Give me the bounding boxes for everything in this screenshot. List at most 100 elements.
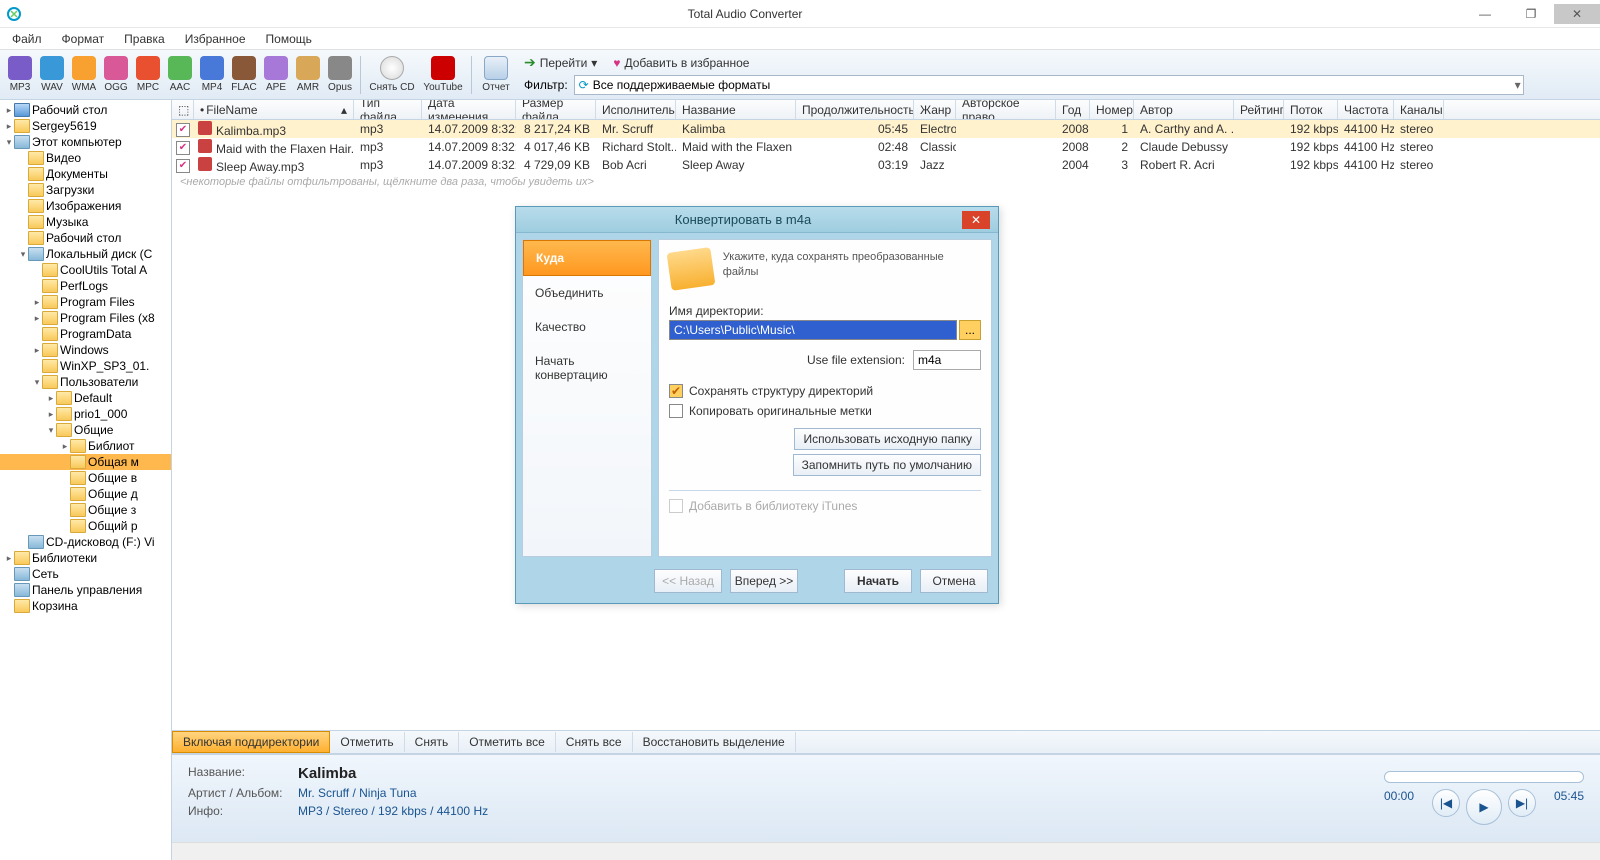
folder-tree[interactable]: ▸Рабочий стол▸Sergey5619▾Этот компьютерВ…	[0, 100, 172, 860]
column-header[interactable]: Продолжительность	[796, 100, 914, 119]
row-checkbox[interactable]: ✔	[176, 141, 190, 155]
tree-node[interactable]: CoolUtils Total A	[0, 262, 171, 278]
column-header[interactable]: •FileName ▴	[194, 100, 354, 119]
column-header[interactable]: Авторское право	[956, 100, 1056, 119]
tree-node[interactable]: ▸Библиот	[0, 438, 171, 454]
column-header[interactable]: Номер	[1090, 100, 1134, 119]
menu-Помощь[interactable]: Помощь	[258, 30, 320, 48]
column-header[interactable]: Автор	[1134, 100, 1234, 119]
selection-tab[interactable]: Отметить все	[459, 732, 556, 752]
tree-node[interactable]: Общие в	[0, 470, 171, 486]
menu-Избранное[interactable]: Избранное	[177, 30, 254, 48]
tree-node[interactable]: ▸Program Files	[0, 294, 171, 310]
tree-node[interactable]: WinXP_SP3_01.	[0, 358, 171, 374]
youtube-button[interactable]: YouTube	[419, 54, 467, 95]
column-header[interactable]: Тип файла	[354, 100, 422, 119]
column-header[interactable]: Рейтинг	[1234, 100, 1284, 119]
start-button[interactable]: Начать	[844, 569, 912, 593]
tree-node[interactable]: ▸Рабочий стол	[0, 102, 171, 118]
format-wma-button[interactable]: WMA	[68, 54, 100, 95]
dialog-nav-item[interactable]: Качество	[523, 310, 651, 344]
tree-node[interactable]: Общий р	[0, 518, 171, 534]
tree-node[interactable]: ▸Sergey5619	[0, 118, 171, 134]
back-button[interactable]: << Назад	[654, 569, 722, 593]
prev-button[interactable]: |◀	[1432, 789, 1460, 817]
horizontal-scrollbar[interactable]	[172, 842, 1600, 860]
tree-node[interactable]: ▾Локальный диск (C	[0, 246, 171, 262]
progress-bar[interactable]	[1384, 771, 1584, 783]
selection-tab[interactable]: Включая поддиректории	[172, 731, 330, 753]
maximize-button[interactable]: ❐	[1508, 4, 1554, 24]
dialog-nav-item[interactable]: Объединить	[523, 276, 651, 310]
column-header[interactable]: Частота	[1338, 100, 1394, 119]
row-checkbox[interactable]: ✔	[176, 123, 190, 137]
tree-node[interactable]: ▸Program Files (x8	[0, 310, 171, 326]
tree-node[interactable]: Изображения	[0, 198, 171, 214]
tree-node[interactable]: Рабочий стол	[0, 230, 171, 246]
filter-combo[interactable]: ⟳ Все поддерживаемые форматы ▾	[574, 75, 1524, 95]
selection-tab[interactable]: Восстановить выделение	[633, 732, 796, 752]
copy-tags-checkbox[interactable]: Копировать оригинальные метки	[669, 404, 981, 418]
tree-node[interactable]: Корзина	[0, 598, 171, 614]
dialog-nav-item[interactable]: Начать конвертацию	[523, 344, 651, 392]
format-wav-button[interactable]: WAV	[36, 54, 68, 95]
column-header[interactable]: Год	[1056, 100, 1090, 119]
tree-node[interactable]: PerfLogs	[0, 278, 171, 294]
column-header[interactable]: Каналы	[1394, 100, 1444, 119]
format-opus-button[interactable]: Opus	[324, 54, 356, 95]
menu-Правка[interactable]: Правка	[116, 30, 173, 48]
column-header[interactable]: Жанр	[914, 100, 956, 119]
selection-tab[interactable]: Снять	[405, 732, 460, 752]
filter-note[interactable]: <некоторые файлы отфильтрованы, щёлкните…	[172, 174, 1600, 190]
column-header[interactable]: Размер файла	[516, 100, 596, 119]
add-favorite-link[interactable]: ♥Добавить в избранное	[613, 54, 749, 71]
tree-node[interactable]: Документы	[0, 166, 171, 182]
tree-node[interactable]: ▸Библиотеки	[0, 550, 171, 566]
format-amr-button[interactable]: AMR	[292, 54, 324, 95]
tree-node[interactable]: ▸prio1_000	[0, 406, 171, 422]
table-row[interactable]: ✔Kalimba.mp3mp314.07.2009 8:32:328 217,2…	[172, 120, 1600, 138]
tree-node[interactable]: Видео	[0, 150, 171, 166]
tree-node[interactable]: ▸Windows	[0, 342, 171, 358]
selection-tab[interactable]: Снять все	[556, 732, 633, 752]
format-ogg-button[interactable]: OGG	[100, 54, 132, 95]
close-button[interactable]: ✕	[1554, 4, 1600, 24]
cancel-button[interactable]: Отмена	[920, 569, 988, 593]
format-mpc-button[interactable]: MPC	[132, 54, 164, 95]
tree-node[interactable]: Сеть	[0, 566, 171, 582]
next-button[interactable]: Вперед >>	[730, 569, 798, 593]
tree-node[interactable]: ProgramData	[0, 326, 171, 342]
format-mp3-button[interactable]: MP3	[4, 54, 36, 95]
column-header[interactable]: Поток	[1284, 100, 1338, 119]
tree-node[interactable]: ▾Пользователи	[0, 374, 171, 390]
tree-node[interactable]: ▾Общие	[0, 422, 171, 438]
tree-node[interactable]: ▾Этот компьютер	[0, 134, 171, 150]
format-aac-button[interactable]: AAC	[164, 54, 196, 95]
tree-node[interactable]: Загрузки	[0, 182, 171, 198]
minimize-button[interactable]: —	[1462, 4, 1508, 24]
keep-structure-checkbox[interactable]: ✔Сохранять структуру директорий	[669, 384, 981, 398]
tree-node[interactable]: Общие д	[0, 486, 171, 502]
dialog-nav-item[interactable]: Куда	[523, 240, 651, 276]
tree-node[interactable]: Музыка	[0, 214, 171, 230]
column-header[interactable]: Дата изменения	[422, 100, 516, 119]
dialog-titlebar[interactable]: Конвертировать в m4a ✕	[516, 207, 998, 233]
tree-node[interactable]: CD-дисковод (F:) Vi	[0, 534, 171, 550]
menu-Формат[interactable]: Формат	[54, 30, 113, 48]
column-header[interactable]: ⬚	[172, 100, 194, 119]
report-button[interactable]: Отчет	[476, 54, 516, 95]
tree-node[interactable]: ▸Default	[0, 390, 171, 406]
next-button[interactable]: ▶|	[1508, 789, 1536, 817]
goto-link[interactable]: ➔Перейти▾	[524, 54, 597, 71]
tree-node[interactable]: Панель управления	[0, 582, 171, 598]
dir-input[interactable]: C:\Users\Public\Music\	[669, 320, 957, 340]
browse-button[interactable]: ...	[959, 320, 981, 340]
tree-node[interactable]: Общая м	[0, 454, 171, 470]
ext-input[interactable]	[913, 350, 981, 370]
dialog-close-button[interactable]: ✕	[962, 211, 990, 229]
menu-Файл[interactable]: Файл	[4, 30, 50, 48]
table-row[interactable]: ✔Sleep Away.mp3mp314.07.2009 8:32:324 72…	[172, 156, 1600, 174]
use-source-folder-button[interactable]: Использовать исходную папку	[794, 428, 981, 450]
format-mp4-button[interactable]: MP4	[196, 54, 228, 95]
format-flac-button[interactable]: FLAC	[228, 54, 260, 95]
